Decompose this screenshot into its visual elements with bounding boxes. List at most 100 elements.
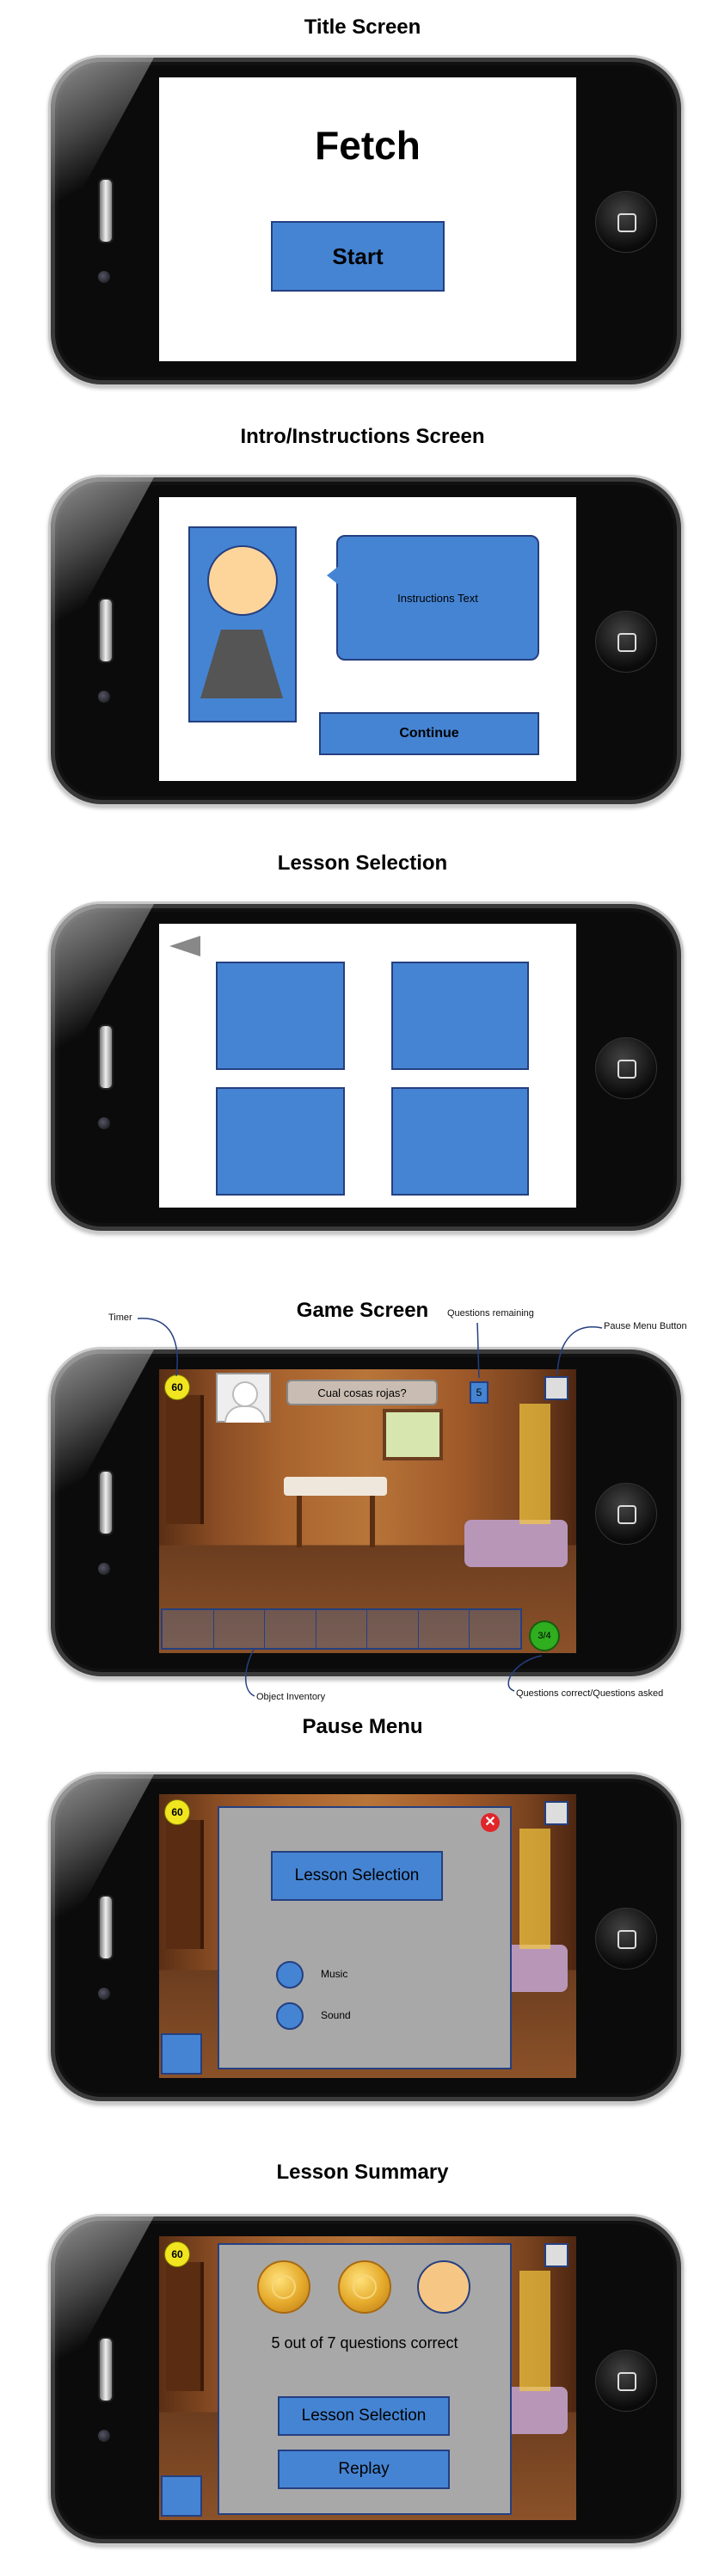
bubble-pointer-icon <box>327 566 339 585</box>
object-inventory <box>161 1608 522 1650</box>
phone-lesson-selection <box>48 901 684 1233</box>
question-bar: Cual cosas rojas? <box>286 1380 438 1405</box>
continue-button-label: Continue <box>399 726 459 741</box>
lesson-selection-button-label: Lesson Selection <box>294 1866 420 1884</box>
gold-coin-icon <box>338 2260 391 2314</box>
inventory-slot-partial <box>161 2033 202 2075</box>
intro-screen: Instructions Text Continue <box>159 497 576 781</box>
lesson-selection-heading: Lesson Selection <box>277 851 448 875</box>
table <box>284 1477 387 1496</box>
avatar-head-icon <box>232 1381 258 1407</box>
home-button-icon[interactable] <box>595 611 657 673</box>
phone-speaker <box>98 598 114 663</box>
annotation-pause-menu-button: Pause Menu Button <box>604 1321 687 1331</box>
phone-lesson-summary: 60 5 out of 7 questions correct Lesson S… <box>48 2214 684 2546</box>
questions-remaining-badge: 5 <box>470 1381 488 1404</box>
game-screen: 60 Cual cosas rojas? 5 3/4 <box>159 1369 576 1653</box>
window <box>383 1409 443 1460</box>
timer-badge: 60 <box>164 1799 190 1825</box>
app-title: Fetch <box>315 123 421 168</box>
phone-speaker <box>98 1895 114 1960</box>
phone-camera <box>98 1988 110 2000</box>
pause-menu-button[interactable] <box>544 1376 568 1400</box>
lesson-tile-2[interactable] <box>391 962 529 1070</box>
inventory-slot-partial <box>161 2475 202 2517</box>
pause-menu-panel: ✕ Lesson Selection Music Sound <box>218 1806 512 2069</box>
empty-coin-icon <box>417 2260 470 2314</box>
summary-result-text: 5 out of 7 questions correct <box>271 2334 458 2352</box>
lesson-selection-button-label: Lesson Selection <box>301 2407 427 2425</box>
table-leg <box>297 1496 302 1547</box>
annotation-object-inventory: Object Inventory <box>256 1692 326 1702</box>
summary-panel: 5 out of 7 questions correct Lesson Sele… <box>218 2243 512 2515</box>
timer-badge: 60 <box>164 1374 190 1400</box>
phone-speaker <box>98 2337 114 2402</box>
bed <box>464 1520 568 1567</box>
title-screen: Fetch Start <box>159 77 576 361</box>
back-arrow-icon[interactable] <box>169 936 200 956</box>
annotation-questions-remaining: Questions remaining <box>447 1308 534 1319</box>
start-button[interactable]: Start <box>271 221 445 292</box>
avatar <box>216 1373 271 1423</box>
annotation-questions-correct: Questions correct/Questions asked <box>516 1688 664 1699</box>
summary-screen: 60 5 out of 7 questions correct Lesson S… <box>159 2236 576 2520</box>
close-icon[interactable]: ✕ <box>481 1813 500 1832</box>
home-button-icon[interactable] <box>595 191 657 253</box>
phone-speaker <box>98 1470 114 1535</box>
score-badge: 3/4 <box>529 1620 560 1651</box>
pause-menu-button[interactable] <box>544 1801 568 1825</box>
instructions-text: Instructions Text <box>397 591 478 605</box>
bookshelf <box>166 2262 204 2391</box>
lesson-tile-4[interactable] <box>391 1087 529 1196</box>
avatar-body-icon <box>224 1405 266 1423</box>
character-head-icon <box>207 545 278 616</box>
home-button-icon[interactable] <box>595 2350 657 2412</box>
lesson-selection-button[interactable]: Lesson Selection <box>278 2396 450 2436</box>
inventory-slot[interactable] <box>367 1610 419 1648</box>
inventory-slot[interactable] <box>265 1610 316 1648</box>
home-button-icon[interactable] <box>595 1483 657 1545</box>
inventory-slot[interactable] <box>163 1610 214 1648</box>
inventory-slot[interactable] <box>470 1610 520 1648</box>
phone-camera <box>98 2430 110 2442</box>
intro-heading: Intro/Instructions Screen <box>240 425 485 448</box>
gold-coin-icon <box>257 2260 310 2314</box>
home-button-icon[interactable] <box>595 1908 657 1970</box>
continue-button[interactable]: Continue <box>319 712 539 755</box>
phone-intro-screen: Instructions Text Continue <box>48 475 684 807</box>
bookshelf <box>166 1820 204 1949</box>
inventory-slot[interactable] <box>316 1610 368 1648</box>
music-label: Music <box>321 1968 348 1980</box>
window-light <box>519 1829 550 1949</box>
phone-speaker <box>98 1024 114 1090</box>
window-light <box>519 1404 550 1524</box>
title-screen-heading: Title Screen <box>304 15 421 39</box>
annotation-timer: Timer <box>108 1313 132 1323</box>
instructions-bubble: Instructions Text <box>336 535 539 661</box>
phone-title-screen: Fetch Start <box>48 55 684 387</box>
replay-button[interactable]: Replay <box>278 2450 450 2489</box>
character-panel <box>188 526 297 722</box>
question-text: Cual cosas rojas? <box>317 1386 407 1399</box>
table-leg <box>370 1496 375 1547</box>
lesson-selection-screen <box>159 924 576 1208</box>
timer-badge: 60 <box>164 2241 190 2267</box>
phone-camera <box>98 691 110 703</box>
phone-game-screen: 60 Cual cosas rojas? 5 3/4 <box>48 1347 684 1679</box>
lesson-selection-button[interactable]: Lesson Selection <box>271 1851 443 1901</box>
home-button-icon[interactable] <box>595 1037 657 1099</box>
score-value: 3/4 <box>538 1631 551 1641</box>
start-button-label: Start <box>332 243 384 269</box>
inventory-slot[interactable] <box>214 1610 266 1648</box>
phone-pause-menu: 60 ✕ Lesson Selection Music Sound <box>48 1772 684 2104</box>
inventory-slot[interactable] <box>419 1610 470 1648</box>
phone-camera <box>98 271 110 283</box>
lesson-tile-3[interactable] <box>216 1087 345 1196</box>
phone-camera <box>98 1117 110 1129</box>
pause-screen: 60 ✕ Lesson Selection Music Sound <box>159 1794 576 2078</box>
music-toggle[interactable] <box>276 1961 304 1989</box>
pause-menu-button[interactable] <box>544 2243 568 2267</box>
lesson-tile-1[interactable] <box>216 962 345 1070</box>
sound-toggle[interactable] <box>276 2002 304 2030</box>
bookshelf <box>166 1395 204 1524</box>
